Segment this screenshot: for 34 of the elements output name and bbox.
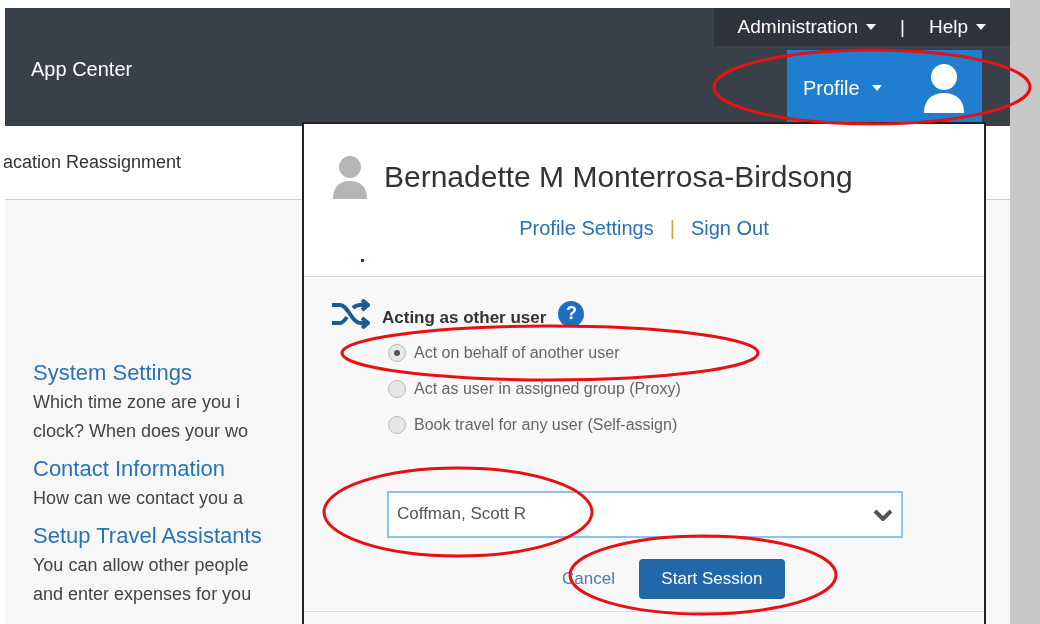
user-select-field[interactable]: Coffman, Scott R (387, 490, 903, 538)
nav-link[interactable]: Administration (737, 12, 876, 42)
caret-icon (871, 85, 882, 91)
radio-button[interactable] (388, 379, 406, 398)
radio-option[interactable]: Book travel for any user (Self-assign) (388, 412, 678, 437)
start-session-button[interactable]: Start Session (638, 558, 785, 599)
avatar-icon (332, 154, 368, 199)
link-separator: | (669, 216, 675, 241)
help-icon[interactable]: ? (558, 300, 585, 327)
caret-icon (976, 24, 986, 30)
section-text: Which time zone are you i (33, 391, 241, 414)
section-text: clock? When does your wo (33, 420, 249, 443)
section-title[interactable]: Setup Travel Assistants (33, 521, 262, 551)
user-name: Bernadette M Monterrosa-Birdsong (384, 159, 853, 195)
section-text: You can allow other people (33, 554, 249, 577)
user-icon (922, 63, 966, 113)
section-text: and enter expenses for you (33, 583, 252, 606)
dot-mark (361, 259, 364, 262)
menu-link[interactable]: Profile Settings (519, 213, 654, 243)
radio-button[interactable] (388, 343, 406, 362)
nav-separator: | (900, 14, 905, 39)
shuffle-icon (330, 298, 370, 329)
app-title: App Center (31, 57, 133, 82)
subnav-item[interactable]: acation Reassignment (3, 149, 182, 176)
caret-icon (866, 24, 876, 30)
chevron-down-icon[interactable] (873, 508, 893, 521)
section-text: How can we contact you a (33, 487, 244, 510)
menu-link[interactable]: Sign Out (690, 213, 769, 243)
radio-option[interactable]: Act as user in assigned group (Proxy) (388, 376, 681, 401)
section-heading: Acting as other user (382, 307, 547, 329)
nav-link[interactable]: Help (928, 12, 986, 42)
section-title[interactable]: Contact Information (33, 454, 225, 484)
section-title[interactable]: System Settings (33, 358, 192, 388)
radio-button[interactable] (388, 415, 406, 434)
